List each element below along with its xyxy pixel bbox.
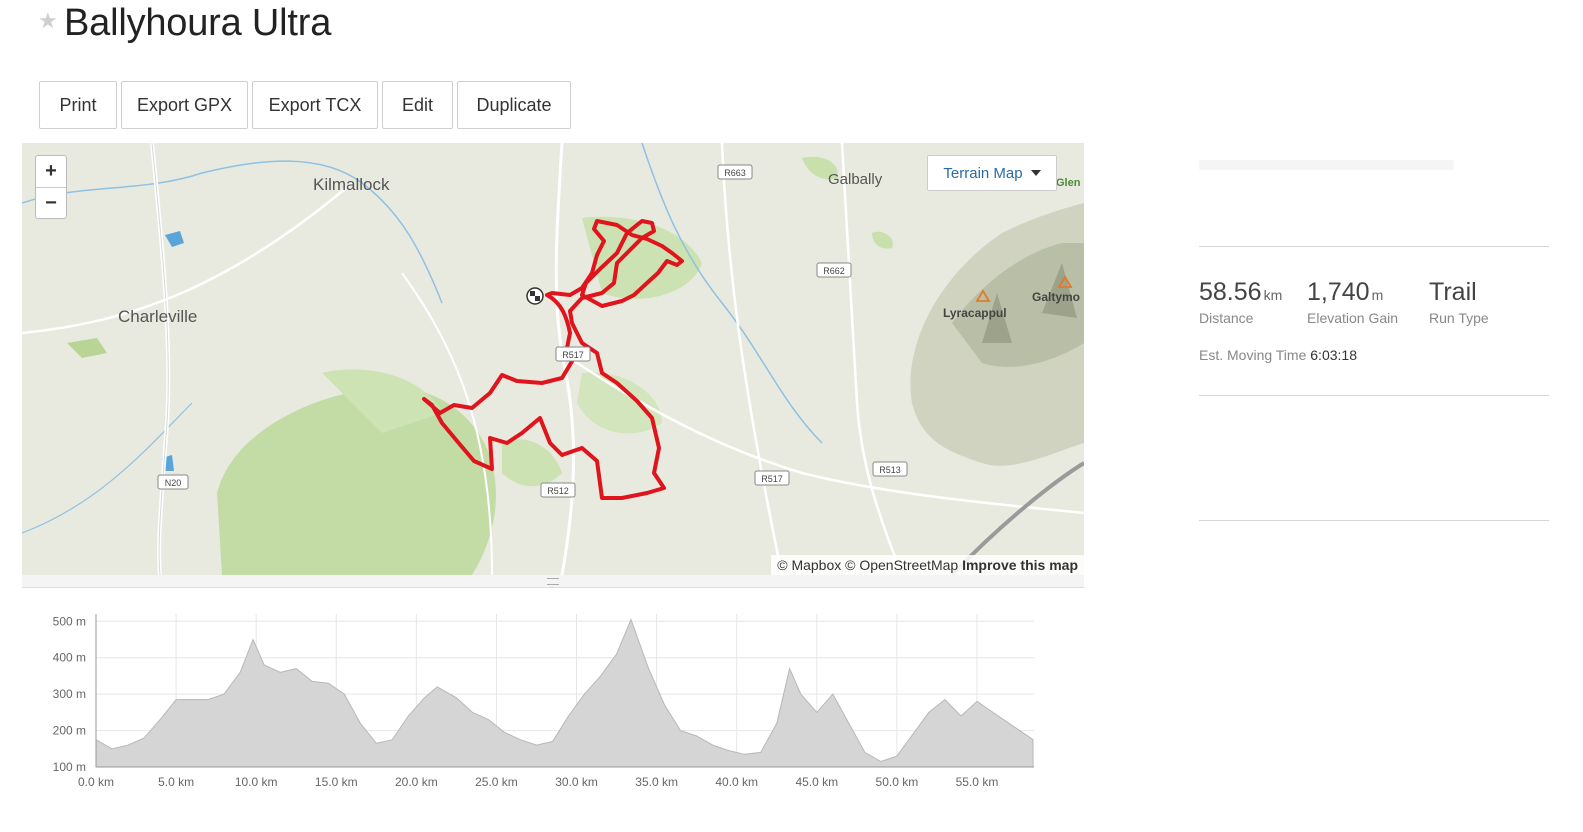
drag-handle-icon <box>547 578 559 585</box>
run-type-label: Run Type <box>1429 310 1489 326</box>
moving-time-label: Est. Moving Time <box>1199 347 1307 363</box>
y-tick-label: 400 m <box>53 651 86 665</box>
road-shield-r517a: R517 <box>555 346 591 362</box>
mapbox-link[interactable]: © Mapbox <box>777 557 841 573</box>
forest-area <box>67 338 107 358</box>
stat-elevation-gain: 1,740 m Elevation Gain <box>1307 278 1398 326</box>
svg-text:R513: R513 <box>879 465 901 475</box>
y-tick-label: 300 m <box>53 687 86 701</box>
map-type-label: Terrain Map <box>943 164 1023 182</box>
forest-area <box>872 231 893 249</box>
road-r662 <box>840 143 904 575</box>
label-galtymore: Galtymo <box>1032 290 1080 304</box>
svg-text:R517: R517 <box>761 474 783 484</box>
y-tick-label: 500 m <box>53 614 86 628</box>
x-tick-label: 20.0 km <box>395 775 438 789</box>
x-tick-label: 35.0 km <box>635 775 678 789</box>
road-shield-n20: N20 <box>157 474 189 490</box>
svg-text:R512: R512 <box>547 486 569 496</box>
stat-run-type: Trail Run Type <box>1429 278 1489 326</box>
duplicate-button[interactable]: Duplicate <box>457 81 571 129</box>
moving-time: Est. Moving Time 6:03:18 <box>1199 347 1357 363</box>
label-charleville: Charleville <box>118 307 197 326</box>
y-tick-label: 100 m <box>53 760 86 774</box>
zoom-control: + − <box>35 155 67 219</box>
elevation-gain-label: Elevation Gain <box>1307 310 1399 326</box>
map-type-dropdown[interactable]: Terrain Map <box>927 155 1057 191</box>
elevation-profile-area <box>95 618 1034 768</box>
map-attribution: © Mapbox © OpenStreetMap Improve this ma… <box>771 555 1084 575</box>
x-tick-label: 0.0 km <box>78 775 114 789</box>
osm-link[interactable]: © OpenStreetMap <box>845 557 958 573</box>
x-tick-label: 5.0 km <box>158 775 194 789</box>
edit-button[interactable]: Edit <box>382 81 453 129</box>
elevation-gain-unit: m <box>1371 287 1384 303</box>
label-kilmallock: Kilmallock <box>313 175 390 194</box>
elevation-gain-value: 1,740 <box>1307 278 1370 306</box>
road-shield-r663: R663 <box>717 164 753 180</box>
distance-unit: km <box>1263 287 1283 303</box>
route-map[interactable]: Kilmallock Charleville Galbally Lyracapp… <box>22 143 1084 575</box>
svg-text:N20: N20 <box>165 478 182 488</box>
print-button[interactable]: Print <box>39 81 117 129</box>
checkered-flag-icon <box>530 291 535 296</box>
forest-area <box>217 387 496 575</box>
label-galbally: Galbally <box>828 171 883 188</box>
map-resize-handle[interactable] <box>22 575 1084 588</box>
improve-map-link[interactable]: Improve this map <box>962 557 1078 573</box>
page-title: Ballyhoura Ultra <box>64 2 332 44</box>
divider <box>1199 520 1549 521</box>
road-shield-r513: R513 <box>872 461 908 477</box>
moving-time-value: 6:03:18 <box>1310 347 1357 363</box>
svg-text:R517: R517 <box>562 350 584 360</box>
x-tick-label: 25.0 km <box>475 775 518 789</box>
favorite-star-icon[interactable]: ★ <box>38 8 58 34</box>
road-n20 <box>150 143 171 575</box>
road-shield-r662: R662 <box>816 262 852 278</box>
x-tick-label: 50.0 km <box>876 775 919 789</box>
export-tcx-button[interactable]: Export TCX <box>252 81 378 129</box>
elevation-chart[interactable]: 100 m 200 m 300 m 400 m 500 m 0.0 km 5.0 km 10… <box>22 597 1052 802</box>
road-r663 <box>720 143 784 575</box>
toolbar: Print Export GPX Export TCX Edit Duplica… <box>39 81 571 129</box>
label-lyracappul: Lyracappul <box>943 306 1007 320</box>
svg-text:R663: R663 <box>724 168 746 178</box>
x-tick-label: 55.0 km <box>956 775 999 789</box>
stat-distance: 58.56 km Distance <box>1199 278 1282 326</box>
hidden-content <box>1199 160 1454 170</box>
x-tick-label: 45.0 km <box>795 775 838 789</box>
label-glen: Glen <box>1056 177 1081 189</box>
chevron-down-icon <box>1030 170 1041 176</box>
x-tick-label: 30.0 km <box>555 775 598 789</box>
x-tick-label: 15.0 km <box>315 775 358 789</box>
y-tick-label: 200 m <box>53 724 86 738</box>
map-canvas[interactable]: Kilmallock Charleville Galbally Lyracapp… <box>22 143 1084 575</box>
lake <box>165 231 184 247</box>
export-gpx-button[interactable]: Export GPX <box>121 81 248 129</box>
run-type-value: Trail <box>1429 278 1477 306</box>
divider <box>1199 395 1549 396</box>
forest-area <box>577 372 662 434</box>
distance-label: Distance <box>1199 310 1254 326</box>
svg-text:R662: R662 <box>823 266 845 276</box>
x-tick-label: 40.0 km <box>715 775 758 789</box>
divider <box>1199 246 1549 247</box>
x-tick-label: 10.0 km <box>235 775 278 789</box>
zoom-out-button[interactable]: − <box>36 187 66 219</box>
road-shield-r517b: R517 <box>754 470 790 486</box>
river <box>641 143 823 444</box>
road-shield-r512: R512 <box>540 482 576 498</box>
distance-value: 58.56 <box>1199 278 1262 306</box>
zoom-in-button[interactable]: + <box>36 156 66 187</box>
